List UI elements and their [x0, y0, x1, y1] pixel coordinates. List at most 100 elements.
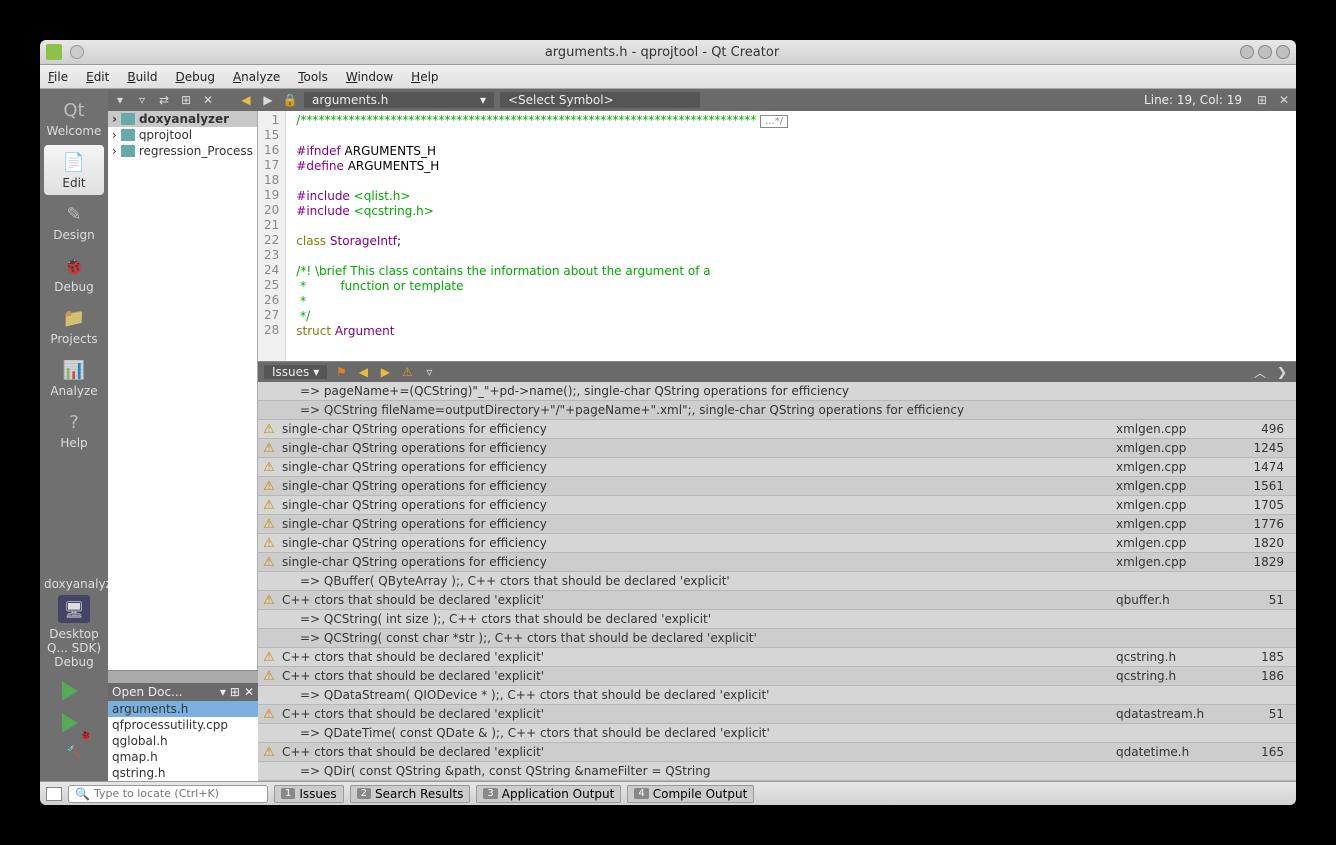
chevron-down-icon[interactable]: ▾: [220, 685, 226, 699]
line-gutter[interactable]: 11516171819202122232425262728: [258, 111, 286, 361]
issue-row[interactable]: ⚠C++ ctors that should be declared 'expl…: [258, 648, 1296, 667]
menu-build[interactable]: Build: [127, 70, 157, 84]
monitor-icon[interactable]: 🖥: [58, 595, 90, 623]
open-doc-item[interactable]: qglobal.h: [108, 733, 258, 749]
symbol-selector[interactable]: <Select Symbol>: [500, 92, 700, 108]
split-add-icon[interactable]: ⊞: [178, 92, 194, 108]
tree-item[interactable]: ›regression_Process: [108, 143, 257, 159]
code-content[interactable]: /***************************************…: [286, 111, 798, 361]
maximize-icon[interactable]: [1258, 45, 1272, 59]
filter-icon[interactable]: ▿: [421, 364, 437, 380]
nav-back-icon[interactable]: ◀: [238, 92, 254, 108]
collapse-icon[interactable]: ︿: [1252, 364, 1268, 380]
main-window: arguments.h - qprojtool - Qt Creator Fil…: [40, 40, 1296, 805]
flag-icon[interactable]: ⚑: [333, 364, 349, 380]
kit-config: Desktop Q... SDK) Debug: [44, 627, 104, 669]
menu-tools[interactable]: Tools: [298, 70, 328, 84]
locator[interactable]: 🔍: [68, 785, 268, 803]
mode-debug[interactable]: 🐞Debug: [44, 249, 104, 299]
issue-row[interactable]: ⚠C++ ctors that should be declared 'expl…: [258, 705, 1296, 724]
close-editor-icon[interactable]: ✕: [1276, 92, 1292, 108]
split-add-icon[interactable]: ⊞: [230, 685, 240, 699]
chevron-right-icon[interactable]: ›: [112, 112, 117, 126]
close-panel-icon[interactable]: ✕: [200, 92, 216, 108]
warning-filter-icon[interactable]: ⚠: [399, 364, 415, 380]
next-issue-icon[interactable]: ▶: [377, 364, 393, 380]
appmenu-icon[interactable]: [70, 45, 84, 59]
link-icon[interactable]: ⇄: [156, 92, 172, 108]
scrollbar[interactable]: [108, 671, 258, 683]
mode-help[interactable]: ?Help: [44, 405, 104, 455]
issue-row[interactable]: ⚠single-char QString operations for effi…: [258, 439, 1296, 458]
qt-logo-icon: [46, 44, 62, 60]
file-selector[interactable]: arguments.h▾: [304, 92, 494, 108]
issue-row[interactable]: => pageName+=(QCString)"_"+pd->name();, …: [258, 382, 1296, 401]
output-tab-application-output[interactable]: 3Application Output: [476, 785, 621, 803]
output-tab-search-results[interactable]: 2Search Results: [350, 785, 471, 803]
issue-row[interactable]: => QCString fileName=outputDirectory+"/"…: [258, 401, 1296, 420]
mode-projects[interactable]: 📁Projects: [44, 301, 104, 351]
prev-issue-icon[interactable]: ◀: [355, 364, 371, 380]
chevron-down-icon[interactable]: ▾: [112, 92, 128, 108]
issue-row[interactable]: ⚠C++ ctors that should be declared 'expl…: [258, 667, 1296, 686]
issue-row[interactable]: ⚠C++ ctors that should be declared 'expl…: [258, 591, 1296, 610]
open-doc-item[interactable]: arguments.h: [108, 701, 258, 717]
issue-row[interactable]: ⚠single-char QString operations for effi…: [258, 458, 1296, 477]
issue-row[interactable]: ⚠single-char QString operations for effi…: [258, 553, 1296, 572]
lock-icon[interactable]: 🔒: [282, 92, 298, 108]
issue-row[interactable]: => QDataStream( QIODevice * );, C++ ctor…: [258, 686, 1296, 705]
run-button[interactable]: [62, 681, 86, 705]
issue-row[interactable]: ⚠C++ ctors that should be declared 'expl…: [258, 743, 1296, 762]
issue-row[interactable]: => QDateTime( const QDate & );, C++ ctor…: [258, 724, 1296, 743]
close-icon[interactable]: [1276, 45, 1290, 59]
menu-help[interactable]: Help: [411, 70, 438, 84]
welcome-icon: Qt: [62, 98, 86, 122]
menu-analyze[interactable]: Analyze: [233, 70, 280, 84]
toggle-sidebar-icon[interactable]: [46, 787, 62, 801]
issue-row[interactable]: ⚠single-char QString operations for effi…: [258, 534, 1296, 553]
expand-right-icon[interactable]: ❯: [1274, 364, 1290, 380]
titlebar[interactable]: arguments.h - qprojtool - Qt Creator: [40, 40, 1296, 65]
chevron-right-icon[interactable]: ›: [112, 144, 117, 158]
warning-icon: [262, 574, 276, 588]
open-doc-item[interactable]: qstring.h: [108, 765, 258, 781]
project-tree[interactable]: ›doxyanalyzer›qprojtool›regression_Proce…: [108, 111, 258, 670]
split-editor-icon[interactable]: ⊞: [1254, 92, 1270, 108]
mode-design[interactable]: ✎Design: [44, 197, 104, 247]
run-debug-button[interactable]: [62, 713, 86, 737]
menu-file[interactable]: File: [48, 70, 68, 84]
nav-forward-icon[interactable]: ▶: [260, 92, 276, 108]
open-documents-panel: Open Doc... ▾ ⊞ ✕ arguments.hqfprocessut…: [108, 670, 258, 781]
issue-row[interactable]: ⚠single-char QString operations for effi…: [258, 496, 1296, 515]
warning-icon: [262, 384, 276, 398]
issue-row[interactable]: ⚠single-char QString operations for effi…: [258, 420, 1296, 439]
output-tab-issues[interactable]: 1Issues: [274, 785, 344, 803]
mode-welcome[interactable]: QtWelcome: [44, 93, 104, 143]
minimize-icon[interactable]: [1240, 45, 1254, 59]
issue-row[interactable]: ⚠single-char QString operations for effi…: [258, 477, 1296, 496]
issue-row[interactable]: => QDir( const QString &path, const QStr…: [258, 762, 1296, 781]
menu-edit[interactable]: Edit: [86, 70, 109, 84]
issues-dropdown[interactable]: Issues ▾: [264, 365, 327, 379]
locator-input[interactable]: [94, 787, 261, 800]
code-editor[interactable]: 11516171819202122232425262728 /*********…: [258, 111, 1296, 361]
build-button[interactable]: 🔨: [62, 745, 86, 769]
issue-row[interactable]: => QCString( int size );, C++ ctors that…: [258, 610, 1296, 629]
warning-icon: [262, 688, 276, 702]
tree-item[interactable]: ›doxyanalyzer: [108, 111, 257, 127]
menu-window[interactable]: Window: [346, 70, 393, 84]
open-doc-item[interactable]: qmap.h: [108, 749, 258, 765]
issue-row[interactable]: => QCString( const char *str );, C++ cto…: [258, 629, 1296, 648]
menu-debug[interactable]: Debug: [175, 70, 214, 84]
close-panel-icon[interactable]: ✕: [244, 685, 254, 699]
issue-row[interactable]: ⚠single-char QString operations for effi…: [258, 515, 1296, 534]
line-col-indicator[interactable]: Line: 19, Col: 19: [1144, 93, 1248, 107]
issue-row[interactable]: => QBuffer( QByteArray );, C++ ctors tha…: [258, 572, 1296, 591]
output-tab-compile-output[interactable]: 4Compile Output: [627, 785, 754, 803]
mode-analyze[interactable]: 📊Analyze: [44, 353, 104, 403]
filter-icon[interactable]: ▿: [134, 92, 150, 108]
open-doc-item[interactable]: qfprocessutility.cpp: [108, 717, 258, 733]
chevron-right-icon[interactable]: ›: [112, 128, 117, 142]
tree-item[interactable]: ›qprojtool: [108, 127, 257, 143]
mode-edit[interactable]: 📄Edit: [44, 145, 104, 195]
